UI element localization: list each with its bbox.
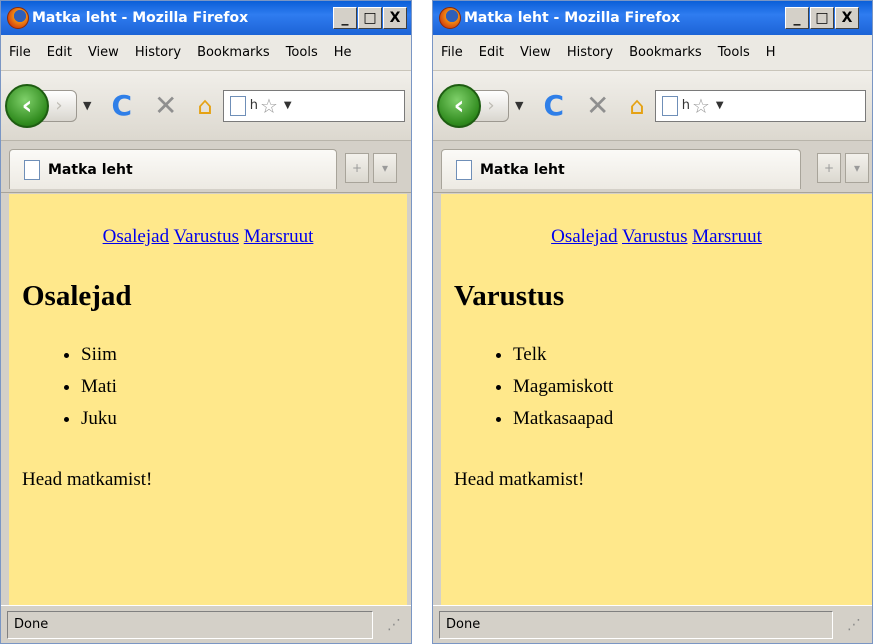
reload-icon[interactable]: C xyxy=(543,89,564,122)
page-heading: Osalejad xyxy=(22,280,132,312)
list-item: Siim xyxy=(81,339,407,371)
menu-edit[interactable]: Edit xyxy=(471,45,512,60)
title-bar[interactable]: Matka leht - Mozilla Firefox _ □ X xyxy=(1,1,411,35)
item-list: Siim Mati Juku xyxy=(81,339,407,435)
forward-arrow-icon: › xyxy=(487,95,495,116)
link-marsruut[interactable]: Marsruut xyxy=(244,226,314,247)
stop-icon[interactable]: ✕ xyxy=(154,89,177,122)
menu-bookmarks[interactable]: Bookmarks xyxy=(621,45,710,60)
new-tab-button[interactable]: + xyxy=(817,153,841,183)
bookmark-star-icon[interactable]: ☆ xyxy=(692,94,710,118)
close-button[interactable]: X xyxy=(383,7,407,29)
menu-file[interactable]: File xyxy=(1,45,39,60)
back-arrow-icon: ‹ xyxy=(21,90,33,121)
url-dropdown-button[interactable]: ▼ xyxy=(284,100,292,111)
window-controls: _ □ X xyxy=(333,7,407,29)
list-item: Juku xyxy=(81,403,407,435)
list-item: Magamiskott xyxy=(513,371,872,403)
resize-grip-icon[interactable]: ⋰ xyxy=(387,617,401,633)
close-button[interactable]: X xyxy=(835,7,859,29)
navigation-toolbar: ‹ › ▼ C ✕ ⌂ h ☆ ▼ xyxy=(433,71,872,141)
navigation-toolbar: ‹ › ▼ C ✕ ⌂ h ☆ ▼ xyxy=(1,71,411,141)
maximize-button[interactable]: □ xyxy=(810,7,834,29)
status-text: Done xyxy=(439,610,833,639)
history-dropdown-button[interactable]: ▼ xyxy=(515,99,523,112)
tab-list-button[interactable]: ▾ xyxy=(373,153,397,183)
url-dropdown-button[interactable]: ▼ xyxy=(716,100,724,111)
page-content: Osalejad Varustus Marsruut Osalejad Siim… xyxy=(9,194,407,605)
address-bar[interactable]: h ☆ ▼ xyxy=(654,89,866,122)
page-nav: Osalejad Varustus Marsruut xyxy=(9,226,407,248)
page-icon xyxy=(24,159,40,180)
menu-bar: File Edit View History Bookmarks Tools H xyxy=(433,35,872,71)
menu-tools[interactable]: Tools xyxy=(710,45,758,60)
tab-list-button[interactable]: ▾ xyxy=(845,153,869,183)
back-button[interactable]: ‹ xyxy=(437,83,481,128)
tab-matka-leht[interactable]: Matka leht xyxy=(441,149,801,189)
browser-window-left: Matka leht - Mozilla Firefox _ □ X File … xyxy=(0,0,412,644)
status-bar: Done ⋰ xyxy=(433,605,872,643)
link-varustus[interactable]: Varustus xyxy=(622,226,687,247)
menu-tools[interactable]: Tools xyxy=(278,45,326,60)
window-title: Matka leht - Mozilla Firefox xyxy=(32,10,249,26)
firefox-logo-icon xyxy=(7,7,29,29)
maximize-button[interactable]: □ xyxy=(358,7,382,29)
stop-icon[interactable]: ✕ xyxy=(586,89,609,122)
bookmark-star-icon[interactable]: ☆ xyxy=(260,94,278,118)
link-osalejad[interactable]: Osalejad xyxy=(103,226,169,247)
page-nav: Osalejad Varustus Marsruut xyxy=(441,226,872,248)
status-text: Done xyxy=(7,610,373,639)
page-heading: Varustus xyxy=(454,280,565,312)
menu-bookmarks[interactable]: Bookmarks xyxy=(189,45,278,60)
resize-grip-icon[interactable]: ⋰ xyxy=(847,617,861,633)
window-controls: _ □ X xyxy=(785,7,859,29)
menu-help[interactable]: H xyxy=(758,45,784,60)
page-content: Osalejad Varustus Marsruut Varustus Telk… xyxy=(441,194,872,605)
menu-view[interactable]: View xyxy=(80,45,127,60)
firefox-logo-icon xyxy=(439,7,461,29)
minimize-button[interactable]: _ xyxy=(785,7,809,29)
menu-bar: File Edit View History Bookmarks Tools H… xyxy=(1,35,411,71)
new-tab-button[interactable]: + xyxy=(345,153,369,183)
browser-window-right: Matka leht - Mozilla Firefox _ □ X File … xyxy=(432,0,873,644)
footer-text: Head matkamist! xyxy=(454,469,585,490)
menu-help[interactable]: He xyxy=(326,45,360,60)
url-text: h xyxy=(681,98,690,113)
minimize-button[interactable]: _ xyxy=(333,7,357,29)
page-icon xyxy=(229,95,246,116)
footer-text: Head matkamist! xyxy=(22,469,153,490)
tab-bar: Matka leht + ▾ xyxy=(433,141,872,193)
status-bar: Done ⋰ xyxy=(1,605,411,643)
item-list: Telk Magamiskott Matkasaapad xyxy=(513,339,872,435)
menu-file[interactable]: File xyxy=(433,45,471,60)
menu-history[interactable]: History xyxy=(559,45,621,60)
list-item: Telk xyxy=(513,339,872,371)
address-bar[interactable]: h ☆ ▼ xyxy=(222,89,405,122)
menu-edit[interactable]: Edit xyxy=(39,45,80,60)
home-icon[interactable]: ⌂ xyxy=(630,92,645,120)
forward-arrow-icon: › xyxy=(55,95,63,116)
tab-label: Matka leht xyxy=(48,161,133,178)
tab-bar: Matka leht + ▾ xyxy=(1,141,411,193)
window-title: Matka leht - Mozilla Firefox xyxy=(464,10,681,26)
url-text: h xyxy=(249,98,258,113)
link-osalejad[interactable]: Osalejad xyxy=(551,226,617,247)
link-varustus[interactable]: Varustus xyxy=(174,226,239,247)
tab-matka-leht[interactable]: Matka leht xyxy=(9,149,337,189)
history-dropdown-button[interactable]: ▼ xyxy=(83,99,91,112)
back-button[interactable]: ‹ xyxy=(5,83,49,128)
back-arrow-icon: ‹ xyxy=(453,90,465,121)
list-item: Matkasaapad xyxy=(513,403,872,435)
tab-label: Matka leht xyxy=(480,161,565,178)
title-bar[interactable]: Matka leht - Mozilla Firefox _ □ X xyxy=(433,1,872,35)
page-icon xyxy=(661,95,678,116)
menu-view[interactable]: View xyxy=(512,45,559,60)
menu-history[interactable]: History xyxy=(127,45,189,60)
home-icon[interactable]: ⌂ xyxy=(198,92,213,120)
link-marsruut[interactable]: Marsruut xyxy=(692,226,762,247)
reload-icon[interactable]: C xyxy=(111,89,132,122)
page-icon xyxy=(456,159,472,180)
list-item: Mati xyxy=(81,371,407,403)
